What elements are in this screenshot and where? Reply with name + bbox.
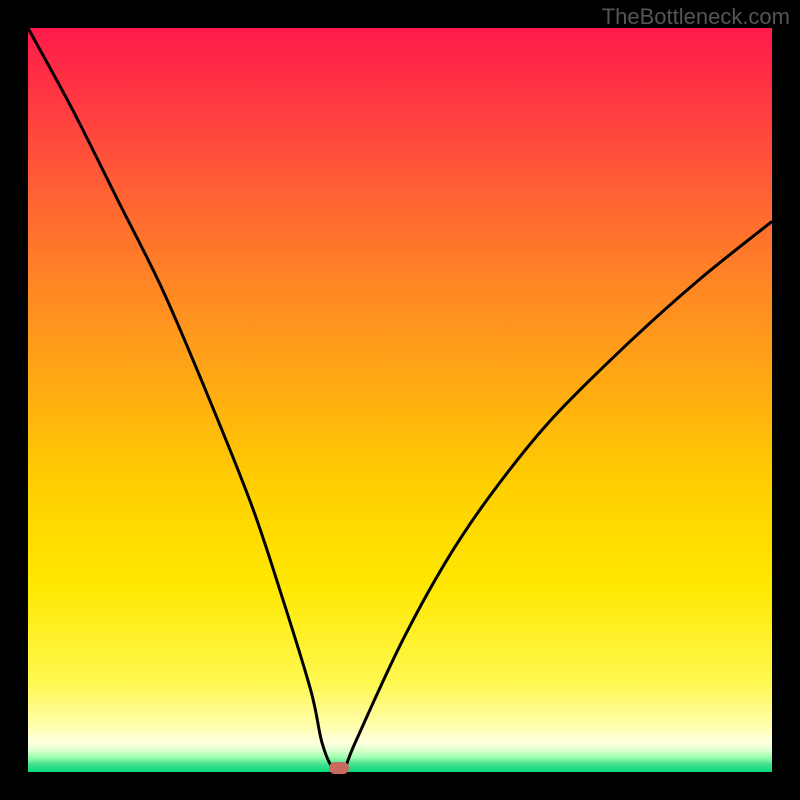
plot-area (28, 28, 772, 772)
bottleneck-curve (28, 28, 772, 772)
chart-container: TheBottleneck.com (0, 0, 800, 800)
watermark-text: TheBottleneck.com (602, 4, 790, 30)
curve-svg (28, 28, 772, 772)
optimal-point-marker (329, 762, 349, 774)
